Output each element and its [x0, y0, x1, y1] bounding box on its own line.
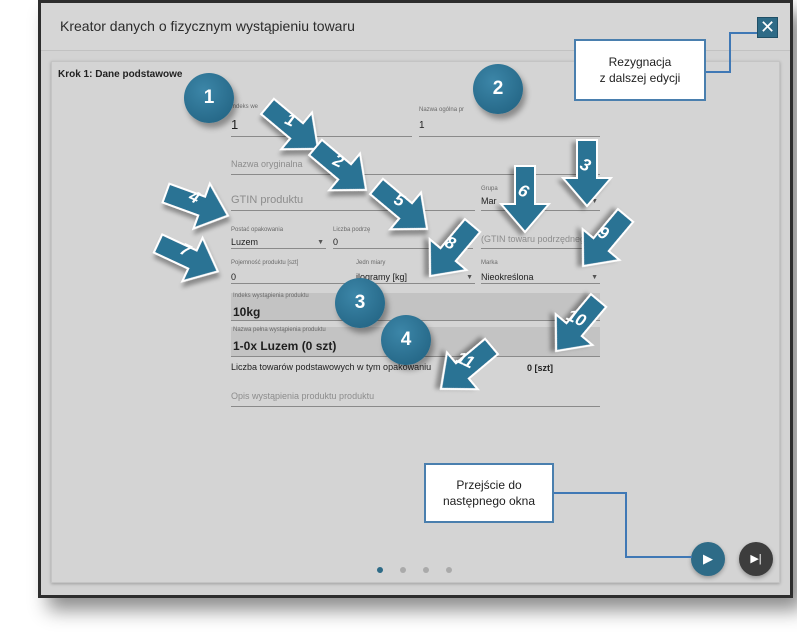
chevron-down-icon: ▼	[591, 274, 598, 281]
next-button[interactable]: ▶	[691, 542, 725, 576]
index-label: Indeks we	[231, 104, 259, 110]
callout-next: Przejście do następnego okna	[424, 463, 554, 523]
occurrence-index-value: 10kg	[233, 305, 261, 319]
pager-dot[interactable]	[423, 567, 429, 573]
brand-select[interactable]: Marka Nieokreślona ▼	[481, 260, 600, 284]
occurrence-index-label: Indeks wystąpienia produktu	[233, 293, 309, 299]
pager-dot[interactable]	[446, 567, 452, 573]
circle-marker: 3	[335, 278, 385, 328]
full-name-label: Nazwa pełna wystąpienia produktu	[233, 327, 326, 333]
index-field[interactable]: Indeks we 1	[231, 104, 412, 137]
circle-marker: 4	[381, 315, 431, 365]
chevron-down-icon: ▼	[591, 198, 598, 205]
sub-count-value: 0	[333, 237, 339, 247]
original-name-field[interactable]: Nazwa oryginalna	[231, 157, 600, 175]
unit-select[interactable]: Jedn miary ilogramy [kg] ▼	[356, 260, 475, 284]
capacity-field[interactable]: Pojemność produktu [szt] 0	[231, 260, 350, 284]
brand-value: Nieokreślona	[481, 272, 534, 282]
capacity-value: 0	[231, 272, 237, 282]
step-title: Krok 1: Dane podstawowe	[58, 69, 183, 80]
packaging-select[interactable]: Postać opakowania Luzem ▼	[231, 227, 326, 249]
callout-next-line: następnego okna	[442, 494, 536, 508]
sub-count-field[interactable]: Liczba podrzę 0	[333, 227, 473, 249]
capacity-label: Pojemność produktu [szt]	[231, 260, 299, 266]
index-value: 1	[231, 117, 239, 132]
pager-dot[interactable]	[400, 567, 406, 573]
unit-label: Jedn miary	[356, 260, 386, 266]
callout-cancel-line: Rezygnacja	[608, 55, 672, 69]
gtin-placeholder: GTIN produktu	[231, 194, 304, 206]
brand-label: Marka	[481, 260, 498, 266]
sub-count-label: Liczba podrzę	[333, 227, 371, 233]
callout-next-line: Przejście do	[456, 478, 522, 492]
gtin-field[interactable]: GTIN produktu	[231, 191, 475, 211]
group-value: Mar	[481, 196, 497, 206]
group-select[interactable]: Grupa Mar ▼	[481, 186, 600, 211]
group-label: Grupa	[481, 186, 498, 192]
circle-marker: 1	[184, 73, 234, 123]
description-field[interactable]: Opis wystąpienia produktu produktu	[231, 389, 600, 407]
general-name-label: Nazwa ogólna pr	[419, 107, 465, 113]
dialog-title: Kreator danych o fizycznym wystąpieniu t…	[60, 18, 355, 34]
packaging-label: Postać opakowania	[231, 227, 284, 233]
gtin-sub-placeholder: (GTIN towaru podrzędneg	[481, 234, 586, 244]
general-name-field[interactable]: Nazwa ogólna pr 1	[419, 107, 600, 137]
chevron-down-icon: ▼	[466, 274, 473, 281]
chevron-down-icon: ▼	[317, 239, 324, 246]
original-name-placeholder: Nazwa oryginalna	[231, 159, 303, 169]
packaging-value: Luzem	[231, 237, 259, 247]
circle-marker: 2	[473, 64, 523, 114]
skip-to-end-button[interactable]: ▶|	[739, 542, 773, 576]
gtin-sub-field[interactable]: (GTIN towaru podrzędneg	[481, 231, 600, 249]
general-name-value: 1	[419, 120, 425, 131]
full-name-value: 1-0x Luzem (0 szt)	[233, 339, 337, 353]
close-icon[interactable]: ✕	[757, 17, 778, 38]
base-count-value: 0 [szt]	[527, 363, 554, 373]
callout-cancel-line: z dalszej edycji	[599, 71, 681, 85]
callout-cancel: Rezygnacja z dalszej edycji	[574, 39, 706, 101]
description-placeholder: Opis wystąpienia produktu produktu	[231, 391, 375, 401]
pager-dot[interactable]	[377, 567, 383, 573]
